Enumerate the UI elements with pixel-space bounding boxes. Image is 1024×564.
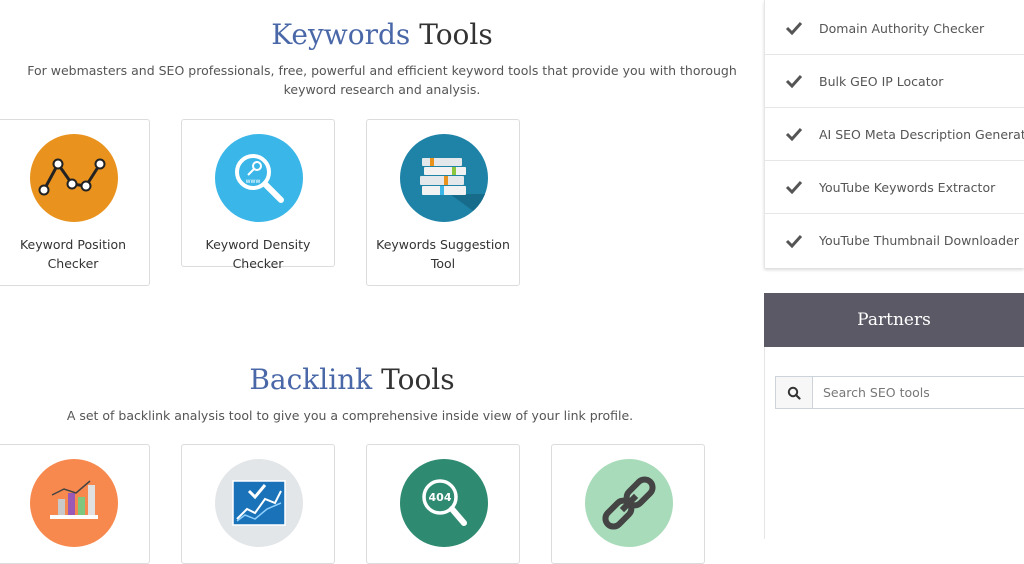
keywords-section-description: For webmasters and SEO professionals, fr… bbox=[0, 61, 764, 99]
partners-header: Partners bbox=[764, 293, 1024, 347]
keyword-position-checker-card[interactable]: Keyword Position Checker bbox=[0, 119, 150, 286]
backlink-section-title: Backlink Tools bbox=[0, 363, 734, 396]
desc-line-2: keyword research and analysis. bbox=[283, 82, 481, 97]
sidebar-item-label: Bulk GEO IP Locator bbox=[819, 73, 944, 89]
card-label: Keyword Position Checker bbox=[19, 237, 127, 271]
check-icon bbox=[785, 234, 803, 248]
growth-chart-icon bbox=[215, 459, 303, 547]
svg-text:www: www bbox=[246, 178, 261, 185]
sidebar-item-youtube-keywords-extractor[interactable]: YouTube Keywords Extractor bbox=[765, 161, 1024, 214]
badge-404: 404 bbox=[429, 491, 452, 504]
keywords-suggestion-tool-card[interactable]: Keywords Suggestion Tool bbox=[366, 119, 520, 286]
backlink-tool-card-4[interactable] bbox=[551, 444, 705, 564]
sidebar-item-label: YouTube Thumbnail Downloader bbox=[819, 233, 1019, 248]
backlink-tool-card-3[interactable]: 404 bbox=[366, 444, 520, 564]
sidebar-item-domain-authority-checker[interactable]: Domain Authority Checker bbox=[765, 2, 1024, 55]
sidebar: Domain Authority Checker Bulk GEO IP Loc… bbox=[764, 0, 1024, 539]
keyword-density-icon: www bbox=[215, 134, 303, 222]
keywords-section-title: Keywords Tools bbox=[0, 18, 764, 51]
check-icon bbox=[785, 74, 803, 88]
sidebar-item-label: YouTube Keywords Extractor bbox=[819, 179, 996, 195]
search-icon bbox=[787, 386, 801, 400]
backlink-tool-card-2[interactable] bbox=[181, 444, 335, 564]
check-icon bbox=[785, 180, 803, 194]
chain-link-icon bbox=[585, 459, 673, 547]
search-box bbox=[775, 376, 1024, 409]
card-label: Keyword Density Checker bbox=[205, 237, 311, 271]
main-content: Keywords Tools For webmasters and SEO pr… bbox=[0, 0, 764, 564]
partners-panel bbox=[764, 347, 1024, 539]
backlink-tool-card-1[interactable] bbox=[0, 444, 150, 564]
partners-title: Partners bbox=[857, 310, 931, 330]
card-label: Keywords Suggestion Tool bbox=[376, 237, 510, 271]
check-icon bbox=[785, 127, 803, 141]
keyword-density-checker-card[interactable]: www Keyword Density Checker bbox=[181, 119, 335, 271]
sidebar-item-label: AI SEO Meta Description Generator bbox=[819, 126, 1024, 142]
title-accent: Backlink bbox=[249, 363, 373, 396]
check-icon bbox=[785, 21, 803, 35]
sidebar-item-youtube-thumbnail-downloader[interactable]: YouTube Thumbnail Downloader bbox=[765, 214, 1024, 267]
search-button[interactable] bbox=[776, 377, 813, 408]
broken-link-404-icon: 404 bbox=[400, 459, 488, 547]
keywords-suggestion-icon bbox=[400, 134, 488, 222]
search-input[interactable] bbox=[813, 377, 1024, 408]
sidebar-item-ai-seo-meta-description-generator[interactable]: AI SEO Meta Description Generator bbox=[765, 108, 1024, 161]
backlink-section-description: A set of backlink analysis tool to give … bbox=[66, 408, 634, 423]
title-accent: Keywords bbox=[271, 18, 411, 51]
backlink-chart-icon bbox=[30, 459, 118, 547]
sidebar-tool-list: Domain Authority Checker Bulk GEO IP Loc… bbox=[764, 0, 1024, 268]
sidebar-item-bulk-geo-ip-locator[interactable]: Bulk GEO IP Locator bbox=[765, 55, 1024, 108]
title-rest: Tools bbox=[410, 18, 493, 51]
keyword-position-icon bbox=[30, 134, 118, 222]
title-rest: Tools bbox=[372, 363, 455, 396]
desc-line-1: For webmasters and SEO professionals, fr… bbox=[27, 63, 737, 78]
sidebar-item-label: Domain Authority Checker bbox=[819, 20, 985, 36]
